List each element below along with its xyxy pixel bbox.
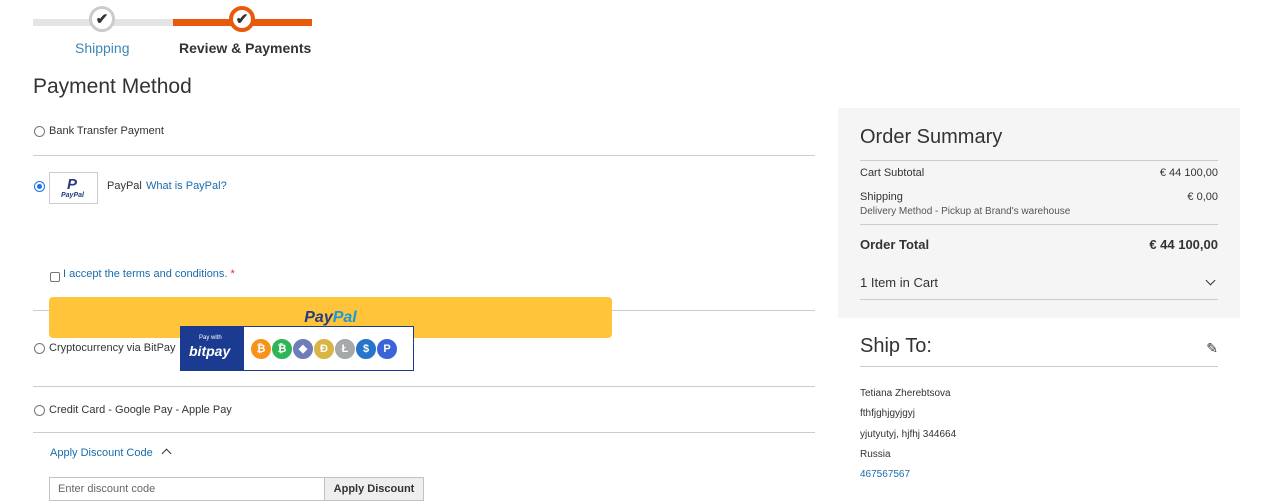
step-review-label: Review & Payments <box>179 40 312 56</box>
ship-city: yjutyutyj, hjfhj 344664 <box>860 429 957 440</box>
order-summary: Order Summary Cart Subtotal € 44 100,00 … <box>838 108 1240 318</box>
bitpay-wordmark: bitpay <box>189 343 231 359</box>
divider <box>860 299 1218 300</box>
ship-to-title: Ship To: <box>860 335 932 357</box>
divider <box>860 366 1218 367</box>
shipping-value: € 0,00 <box>1187 191 1218 203</box>
paypal-logo-text: PayPal <box>61 192 84 199</box>
divider <box>860 224 1218 225</box>
payment-option-paypal: P PayPal PayPal What is PayPal? I accept… <box>33 156 815 338</box>
step-review-check-icon: ✔ <box>229 6 255 32</box>
what-is-paypal-link[interactable]: What is PayPal? <box>146 180 227 192</box>
credit-card-radio[interactable] <box>34 405 45 416</box>
divider <box>860 160 1218 161</box>
cart-subtotal-label: Cart Subtotal <box>860 167 925 179</box>
order-total-label: Order Total <box>860 237 930 252</box>
paypal-usd-icon: P <box>376 337 398 360</box>
paypal-label[interactable]: PayPal <box>107 180 142 192</box>
items-in-cart-toggle[interactable]: 1 Item in Cart <box>860 275 938 290</box>
bitcoin-icon: ₿ <box>250 337 272 360</box>
bank-transfer-label[interactable]: Bank Transfer Payment <box>49 125 164 137</box>
edit-pencil-icon[interactable]: ✎ <box>1206 340 1218 357</box>
crypto-label[interactable]: Cryptocurrency via BitPay <box>49 342 176 354</box>
bitpay-logo: Pay with bitpay <box>181 327 244 370</box>
terms-checkbox[interactable] <box>50 272 60 282</box>
step-shipping-link[interactable]: Shipping <box>75 40 130 56</box>
ship-country: Russia <box>860 449 891 460</box>
cart-subtotal-value: € 44 100,00 <box>1159 167 1218 179</box>
dogecoin-icon: Ð <box>313 337 335 360</box>
paypal-logo: P PayPal <box>49 172 98 204</box>
ship-phone-link[interactable]: 467567567 <box>860 469 910 480</box>
checkout-progress: ✔ ✔ Shipping Review & Payments <box>33 0 323 62</box>
order-total-value: € 44 100,00 <box>1149 237 1218 252</box>
page-title: Payment Method <box>33 75 192 98</box>
discount-code-input[interactable] <box>49 477 325 501</box>
chevron-down-icon[interactable] <box>1205 275 1216 286</box>
bitcoin-cash-icon: ₿ <box>271 337 293 360</box>
terms-label[interactable]: I accept the terms and conditions. * <box>63 268 235 280</box>
shipping-label: Shipping <box>860 191 903 203</box>
required-mark: * <box>230 268 235 280</box>
crypto-radio[interactable] <box>34 343 45 354</box>
credit-card-label[interactable]: Credit Card - Google Pay - Apple Pay <box>49 404 232 416</box>
ethereum-icon: ◆ <box>292 337 314 360</box>
terms-link[interactable]: I accept the terms and conditions. <box>63 268 227 280</box>
apply-discount-button[interactable]: Apply Discount <box>324 477 424 501</box>
payment-option-card: Credit Card - Google Pay - Apple Pay <box>33 387 815 433</box>
step-shipping-check-icon: ✔ <box>89 6 115 32</box>
payment-methods: Bank Transfer Payment P PayPal PayPal Wh… <box>33 108 815 501</box>
ship-name: Tetiana Zherebtsova <box>860 388 951 399</box>
chevron-up-icon <box>161 448 172 459</box>
paypal-radio[interactable] <box>34 181 45 192</box>
order-summary-title: Order Summary <box>860 126 1003 148</box>
bitpay-badge: Pay with bitpay ₿ ₿ ◆ Ð Ł $ P <box>180 326 414 371</box>
shipping-method: Delivery Method - Pickup at Brand's ware… <box>860 206 1071 217</box>
usdc-icon: $ <box>355 337 377 360</box>
payment-option-crypto: Cryptocurrency via BitPay Pay with bitpa… <box>33 311 815 387</box>
bitpay-pay-with: Pay with <box>199 335 222 341</box>
bank-transfer-radio[interactable] <box>34 126 45 137</box>
apply-discount-label[interactable]: Apply Discount Code <box>50 447 153 459</box>
payment-option-bank: Bank Transfer Payment <box>33 108 815 156</box>
litecoin-icon: Ł <box>334 337 356 360</box>
crypto-coin-icons: ₿ ₿ ◆ Ð Ł $ P <box>250 337 398 360</box>
ship-street: fthfjghjgyjgyj <box>860 408 916 419</box>
apply-discount-toggle[interactable]: Apply Discount Code <box>50 447 172 459</box>
paypal-p-icon: P <box>67 176 78 193</box>
